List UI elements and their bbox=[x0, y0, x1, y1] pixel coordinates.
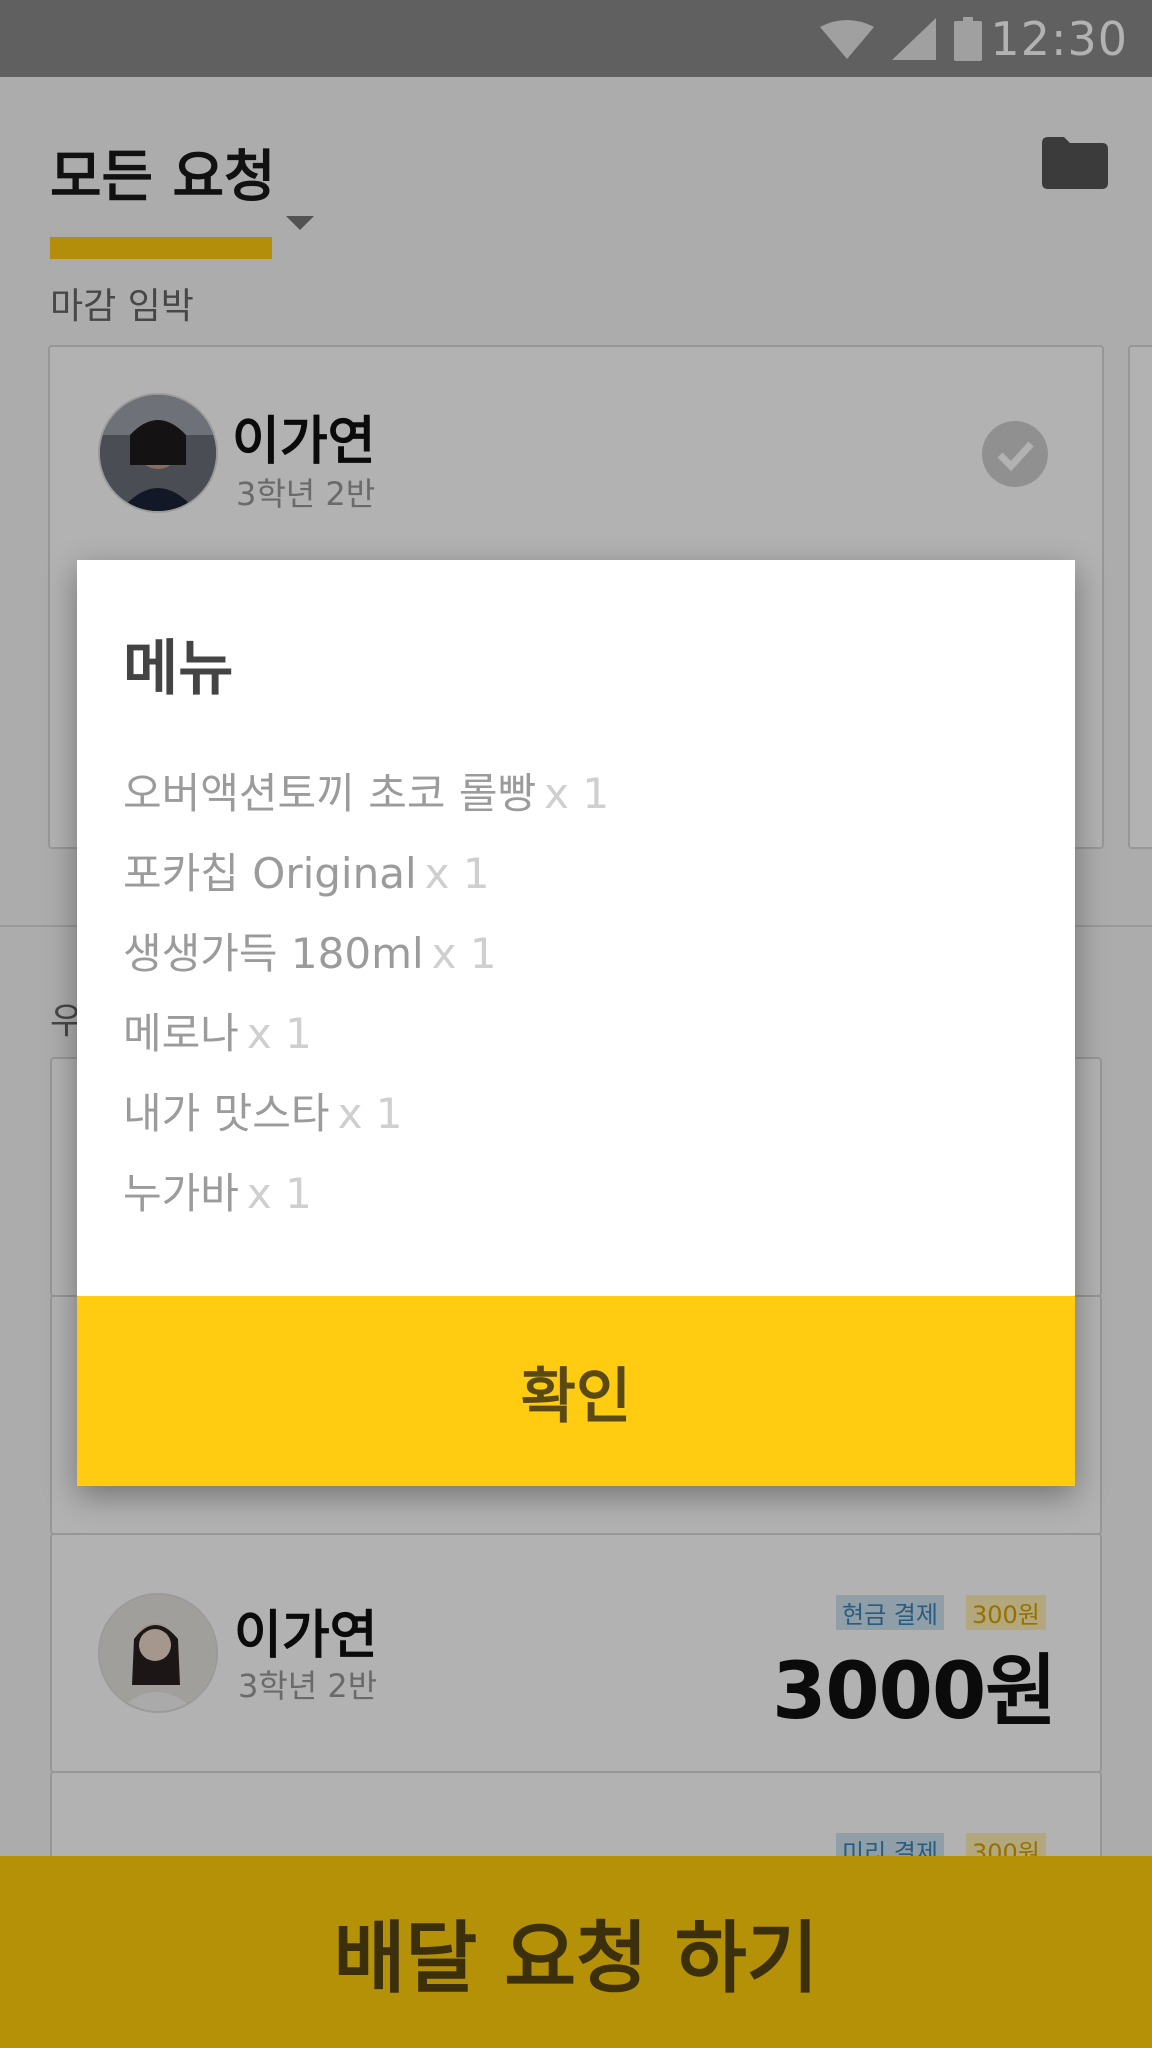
list-item: 생생가득 180ml x 1 bbox=[123, 920, 609, 1000]
dialog-title: 메뉴 bbox=[123, 634, 234, 704]
list-item: 오버액션토끼 초코 롤빵 x 1 bbox=[123, 760, 609, 840]
page-title[interactable]: 모든 요청 bbox=[50, 132, 276, 213]
item-quantity: x 1 bbox=[246, 1169, 312, 1218]
item-quantity: x 1 bbox=[246, 1009, 312, 1058]
item-name: 내가 맛스타 bbox=[123, 1089, 330, 1138]
request-delivery-button[interactable]: 배달 요청 하기 bbox=[0, 1856, 1152, 2048]
item-quantity: x 1 bbox=[431, 929, 497, 978]
item-name: 오버액션토끼 초코 롤빵 bbox=[123, 769, 537, 818]
list-item: 누가바 x 1 bbox=[123, 1160, 609, 1240]
header: 모든 요청 bbox=[50, 132, 314, 259]
list-item: 메로나 x 1 bbox=[123, 1000, 609, 1080]
list-item: 포카칩 Original x 1 bbox=[123, 840, 609, 920]
list-item: 내가 맛스타 x 1 bbox=[123, 1080, 609, 1160]
item-name: 포카칩 Original bbox=[123, 849, 417, 898]
item-quantity: x 1 bbox=[544, 769, 610, 818]
item-name: 메로나 bbox=[123, 1009, 239, 1058]
menu-dialog: 메뉴 오버액션토끼 초코 롤빵 x 1 포카칩 Original x 1 생생가득 … bbox=[77, 560, 1075, 1486]
menu-list: 오버액션토끼 초코 롤빵 x 1 포카칩 Original x 1 생생가득 180… bbox=[123, 760, 609, 1240]
confirm-button[interactable]: 확인 bbox=[77, 1296, 1075, 1486]
item-quantity: x 1 bbox=[337, 1089, 403, 1138]
item-name: 누가바 bbox=[123, 1169, 239, 1218]
item-name: 생생가득 180ml bbox=[123, 929, 424, 978]
item-quantity: x 1 bbox=[424, 849, 490, 898]
